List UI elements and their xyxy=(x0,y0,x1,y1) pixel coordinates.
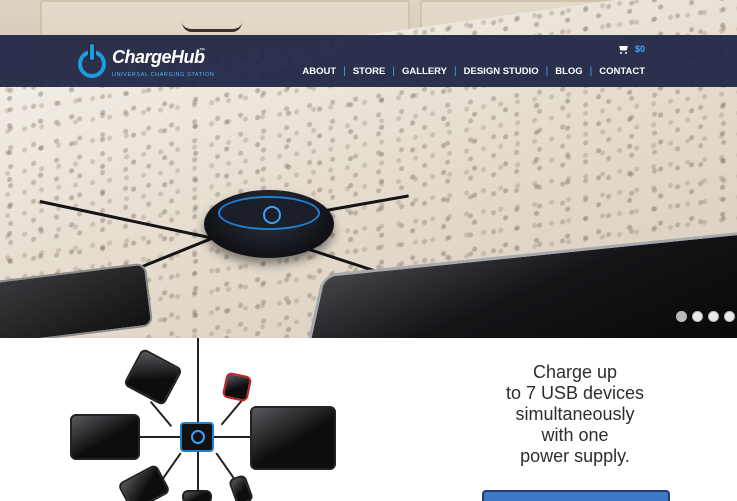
hub-top xyxy=(218,196,320,230)
diagram-wire xyxy=(138,436,180,438)
nav-separator: | xyxy=(454,66,457,77)
plug-logo-icon xyxy=(88,42,96,62)
diagram-hub xyxy=(180,422,214,452)
main-menu: ABOUT | STORE | GALLERY | DESIGN STUDIO … xyxy=(302,66,645,77)
promo-line: to 7 USB devices xyxy=(505,383,645,403)
nav-blog[interactable]: BLOG xyxy=(555,66,582,77)
power-icon xyxy=(191,430,205,444)
slider-dot[interactable] xyxy=(676,311,687,322)
nav-separator: | xyxy=(589,66,593,77)
slider-pagination xyxy=(676,311,735,322)
page: ChargeHub ™ UNIVERSAL CHARGING STATION $… xyxy=(0,0,737,501)
cta-button[interactable] xyxy=(482,490,670,501)
promo-line: power supply. xyxy=(520,446,630,466)
promo-line: simultaneously xyxy=(515,404,635,424)
nav-store[interactable]: STORE xyxy=(353,66,386,77)
diagram-tablet-small xyxy=(122,347,184,407)
nav-separator: | xyxy=(545,66,549,77)
nav-design-studio[interactable]: DESIGN STUDIO xyxy=(464,66,539,77)
nav-separator: | xyxy=(343,66,346,77)
logo-trademark: ™ xyxy=(199,48,205,54)
diagram-tablet-left xyxy=(70,414,140,460)
diagram-device xyxy=(182,490,212,501)
cabinet-handle xyxy=(182,16,242,32)
nav-about[interactable]: ABOUT xyxy=(302,66,336,77)
nav-separator: | xyxy=(392,66,395,77)
chargehub-device xyxy=(204,190,334,258)
slider-dot[interactable] xyxy=(724,311,735,322)
diagram-wire xyxy=(197,452,199,492)
diagram-wire xyxy=(197,338,199,422)
cart-link[interactable]: $0 xyxy=(618,44,645,54)
promo-line: Charge up xyxy=(532,362,618,382)
diagram-wire xyxy=(149,401,173,427)
promo-line: with one xyxy=(541,425,609,445)
nav-contact[interactable]: CONTACT xyxy=(599,66,645,77)
site-logo[interactable]: ChargeHub ™ UNIVERSAL CHARGING STATION xyxy=(78,40,214,82)
diagram-tablet-right xyxy=(250,406,336,470)
slider-dot[interactable] xyxy=(708,311,719,322)
diagram-phone-red xyxy=(221,371,253,403)
cart-icon xyxy=(618,45,629,54)
diagram-device xyxy=(227,473,255,501)
nav-gallery[interactable]: GALLERY xyxy=(402,66,447,77)
diagram-wire xyxy=(214,436,250,438)
cart-amount: $0 xyxy=(635,44,646,54)
diagram-device xyxy=(117,463,171,501)
top-nav-bar: ChargeHub ™ UNIVERSAL CHARGING STATION $… xyxy=(0,35,737,87)
logo-tagline: UNIVERSAL CHARGING STATION xyxy=(112,72,215,78)
feature-section: Charge up to 7 USB devices simultaneousl… xyxy=(0,338,737,501)
logo-wordmark: ChargeHub xyxy=(112,47,205,67)
power-icon xyxy=(263,206,281,224)
promo-headline: Charge up to 7 USB devices simultaneousl… xyxy=(480,362,670,467)
hub-diagram-illustration xyxy=(60,338,360,501)
slider-dot[interactable] xyxy=(692,311,703,322)
